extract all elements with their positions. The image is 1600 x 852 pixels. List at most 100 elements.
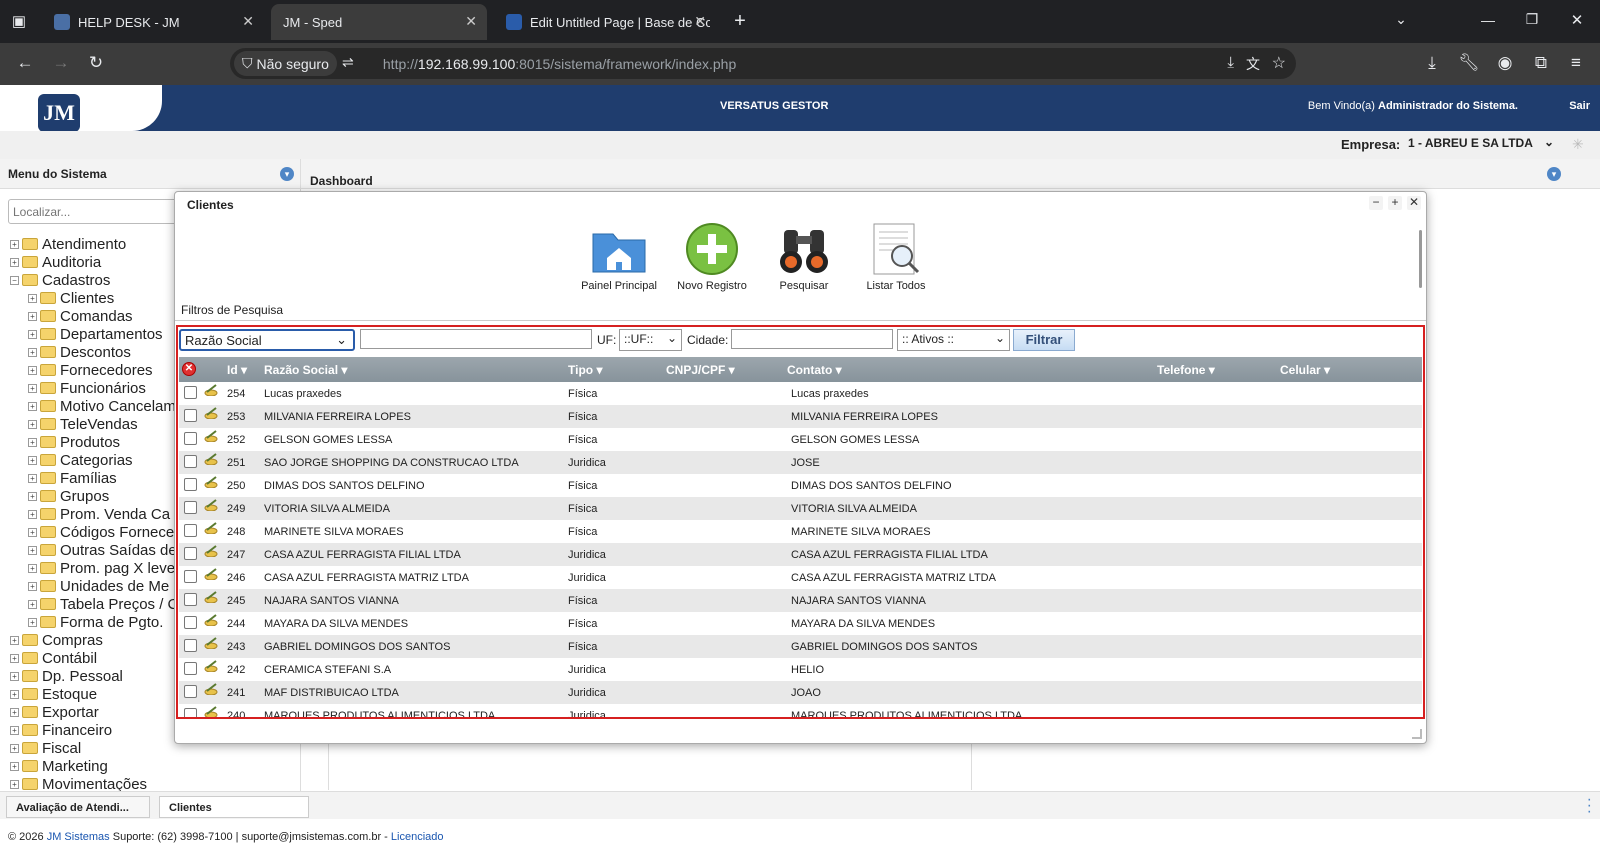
downloads-icon[interactable]: ⤓ — [1421, 53, 1443, 73]
row-checkbox[interactable] — [184, 409, 197, 422]
edit-pencil-icon[interactable] — [204, 430, 218, 443]
edit-pencil-icon[interactable] — [204, 637, 218, 650]
toolbar-scrollbar[interactable] — [1419, 230, 1422, 288]
window-close-icon[interactable]: ✕ — [1407, 196, 1421, 210]
extensions-icon[interactable]: ⧉ — [1530, 53, 1552, 73]
close-icon[interactable]: ✕ — [465, 13, 477, 30]
expand-icon[interactable]: + — [28, 329, 37, 339]
expand-icon[interactable]: + — [10, 689, 19, 699]
expand-icon[interactable]: + — [10, 257, 19, 267]
expand-icon[interactable]: + — [28, 563, 37, 573]
tab-search-icon[interactable]: ▣ — [8, 12, 30, 30]
search-text-input[interactable] — [360, 329, 592, 349]
status-select[interactable]: :: Ativos :: ⌄ — [897, 329, 1010, 351]
filtrar-button[interactable]: Filtrar — [1013, 329, 1075, 351]
expand-icon[interactable]: + — [28, 509, 37, 519]
browser-tab-edit[interactable]: Edit Untitled Page | Base de Con ✕ — [494, 4, 716, 40]
expand-icon[interactable]: + — [28, 581, 37, 591]
expand-icon[interactable]: + — [10, 635, 19, 645]
restore-icon[interactable]: ❐ — [1521, 11, 1543, 28]
menu-icon[interactable]: ≡ — [1565, 53, 1587, 73]
col-celular-header[interactable]: Celular ▾ — [1280, 363, 1330, 377]
edit-pencil-icon[interactable] — [204, 683, 218, 696]
new-tab-icon[interactable]: + — [729, 10, 751, 33]
edit-pencil-icon[interactable] — [204, 545, 218, 558]
sidebar-item[interactable]: + Movimentações — [10, 775, 300, 791]
uf-select[interactable]: ::UF:: ⌄ — [619, 329, 682, 351]
empresa-select[interactable]: 1 - ABREU E SA LTDA ⌄ — [1403, 133, 1558, 155]
novo-registro-button[interactable]: Novo Registro — [667, 222, 757, 292]
listar-todos-button[interactable]: Listar Todos — [851, 222, 941, 292]
bottom-tab-avaliacao[interactable]: Avaliação de Atendi... — [6, 796, 150, 818]
tab-list-chevron-icon[interactable]: ⌄ — [1390, 11, 1412, 28]
row-checkbox[interactable] — [184, 685, 197, 698]
row-checkbox[interactable] — [184, 616, 197, 629]
edit-pencil-icon[interactable] — [204, 591, 218, 604]
expand-icon[interactable]: + — [28, 347, 37, 357]
resize-handle-icon[interactable] — [1412, 729, 1422, 739]
edit-pencil-icon[interactable] — [204, 660, 218, 673]
window-close-icon[interactable]: ✕ — [1566, 11, 1588, 29]
expand-icon[interactable]: − — [10, 275, 19, 285]
browser-tab-helpdesk[interactable]: HELP DESK - JM ✕ — [42, 4, 264, 40]
dashboard-collapse-icon[interactable]: ▾ — [1547, 167, 1561, 181]
search-field-select[interactable]: Razão Social ⌄ — [179, 329, 355, 351]
row-checkbox[interactable] — [184, 524, 197, 537]
expand-icon[interactable]: + — [10, 725, 19, 735]
col-razao-header[interactable]: Razão Social ▾ — [264, 363, 347, 377]
row-checkbox[interactable] — [184, 639, 197, 652]
expand-icon[interactable]: + — [28, 527, 37, 537]
devtools-wrench-icon[interactable]: 🔧︎ — [1458, 53, 1480, 73]
close-icon[interactable]: ✕ — [694, 13, 706, 30]
expand-icon[interactable]: + — [28, 365, 37, 375]
table-row[interactable]: 243 GABRIEL DOMINGOS DOS SANTOS Física GABR… — [179, 635, 1422, 658]
sidebar-collapse-icon[interactable]: ▾ — [280, 167, 294, 181]
table-row[interactable]: 245 NAJARA SANTOS VIANNA Física NAJARA SANT… — [179, 589, 1422, 612]
table-row[interactable]: 252 GELSON GOMES LESSA Física GELSON GOMES … — [179, 428, 1422, 451]
expand-icon[interactable]: + — [10, 239, 19, 249]
reload-icon[interactable]: ↻ — [85, 53, 107, 73]
edit-pencil-icon[interactable] — [204, 568, 218, 581]
table-row[interactable]: 254 Lucas praxedes Física Lucas praxedes — [179, 382, 1422, 405]
row-checkbox[interactable] — [184, 432, 197, 445]
col-cnpj-header[interactable]: CNPJ/CPF ▾ — [666, 363, 735, 377]
row-checkbox[interactable] — [184, 386, 197, 399]
bottom-tab-clientes[interactable]: Clientes — [159, 796, 309, 818]
translate-icon[interactable]: 文 — [1246, 54, 1260, 74]
expand-icon[interactable]: + — [28, 455, 37, 465]
install-app-icon[interactable]: ⤓ — [1227, 54, 1234, 71]
sidebar-item[interactable]: + Marketing — [10, 757, 300, 775]
table-row[interactable]: 241 MAF DISTRIBUICAO LTDA Juridica JOAO — [179, 681, 1422, 704]
edit-pencil-icon[interactable] — [204, 453, 218, 466]
table-row[interactable]: 246 CASA AZUL FERRAGISTA MATRIZ LTDA Jurid… — [179, 566, 1422, 589]
expand-icon[interactable]: + — [28, 293, 37, 303]
security-indicator[interactable]: ⛉ Não seguro — [234, 51, 337, 76]
logout-link[interactable]: Sair — [1569, 100, 1590, 112]
expand-icon[interactable]: + — [28, 617, 37, 627]
expand-icon[interactable]: + — [10, 743, 19, 753]
edit-pencil-icon[interactable] — [204, 384, 218, 397]
table-row[interactable]: 240 MARQUES PRODUTOS ALIMENTICIOS LTDA Jur… — [179, 704, 1422, 717]
table-row[interactable]: 247 CASA AZUL FERRAGISTA FILIAL LTDA Jurid… — [179, 543, 1422, 566]
row-checkbox[interactable] — [184, 662, 197, 675]
edit-pencil-icon[interactable] — [204, 614, 218, 627]
expand-icon[interactable]: + — [28, 437, 37, 447]
col-telefone-header[interactable]: Telefone ▾ — [1157, 363, 1215, 377]
row-checkbox[interactable] — [184, 547, 197, 560]
back-icon[interactable]: ← — [14, 53, 36, 73]
expand-icon[interactable]: + — [28, 599, 37, 609]
expand-icon[interactable]: + — [10, 653, 19, 663]
expand-icon[interactable]: + — [28, 401, 37, 411]
table-row[interactable]: 242 CERAMICA STEFANI S.A Juridica HELIO — [179, 658, 1422, 681]
sidebar-search-input[interactable] — [8, 199, 178, 224]
expand-icon[interactable]: + — [28, 473, 37, 483]
table-row[interactable]: 251 SAO JORGE SHOPPING DA CONSTRUCAO LTDA… — [179, 451, 1422, 474]
expand-icon[interactable]: + — [10, 779, 19, 789]
expand-icon[interactable]: + — [28, 545, 37, 555]
footer-license-link[interactable]: Licenciado — [391, 831, 444, 843]
cidade-input[interactable] — [731, 329, 893, 349]
footer-company-link[interactable]: JM Sistemas — [47, 831, 110, 843]
edit-pencil-icon[interactable] — [204, 522, 218, 535]
expand-icon[interactable]: + — [28, 419, 37, 429]
expand-icon[interactable]: + — [10, 761, 19, 771]
